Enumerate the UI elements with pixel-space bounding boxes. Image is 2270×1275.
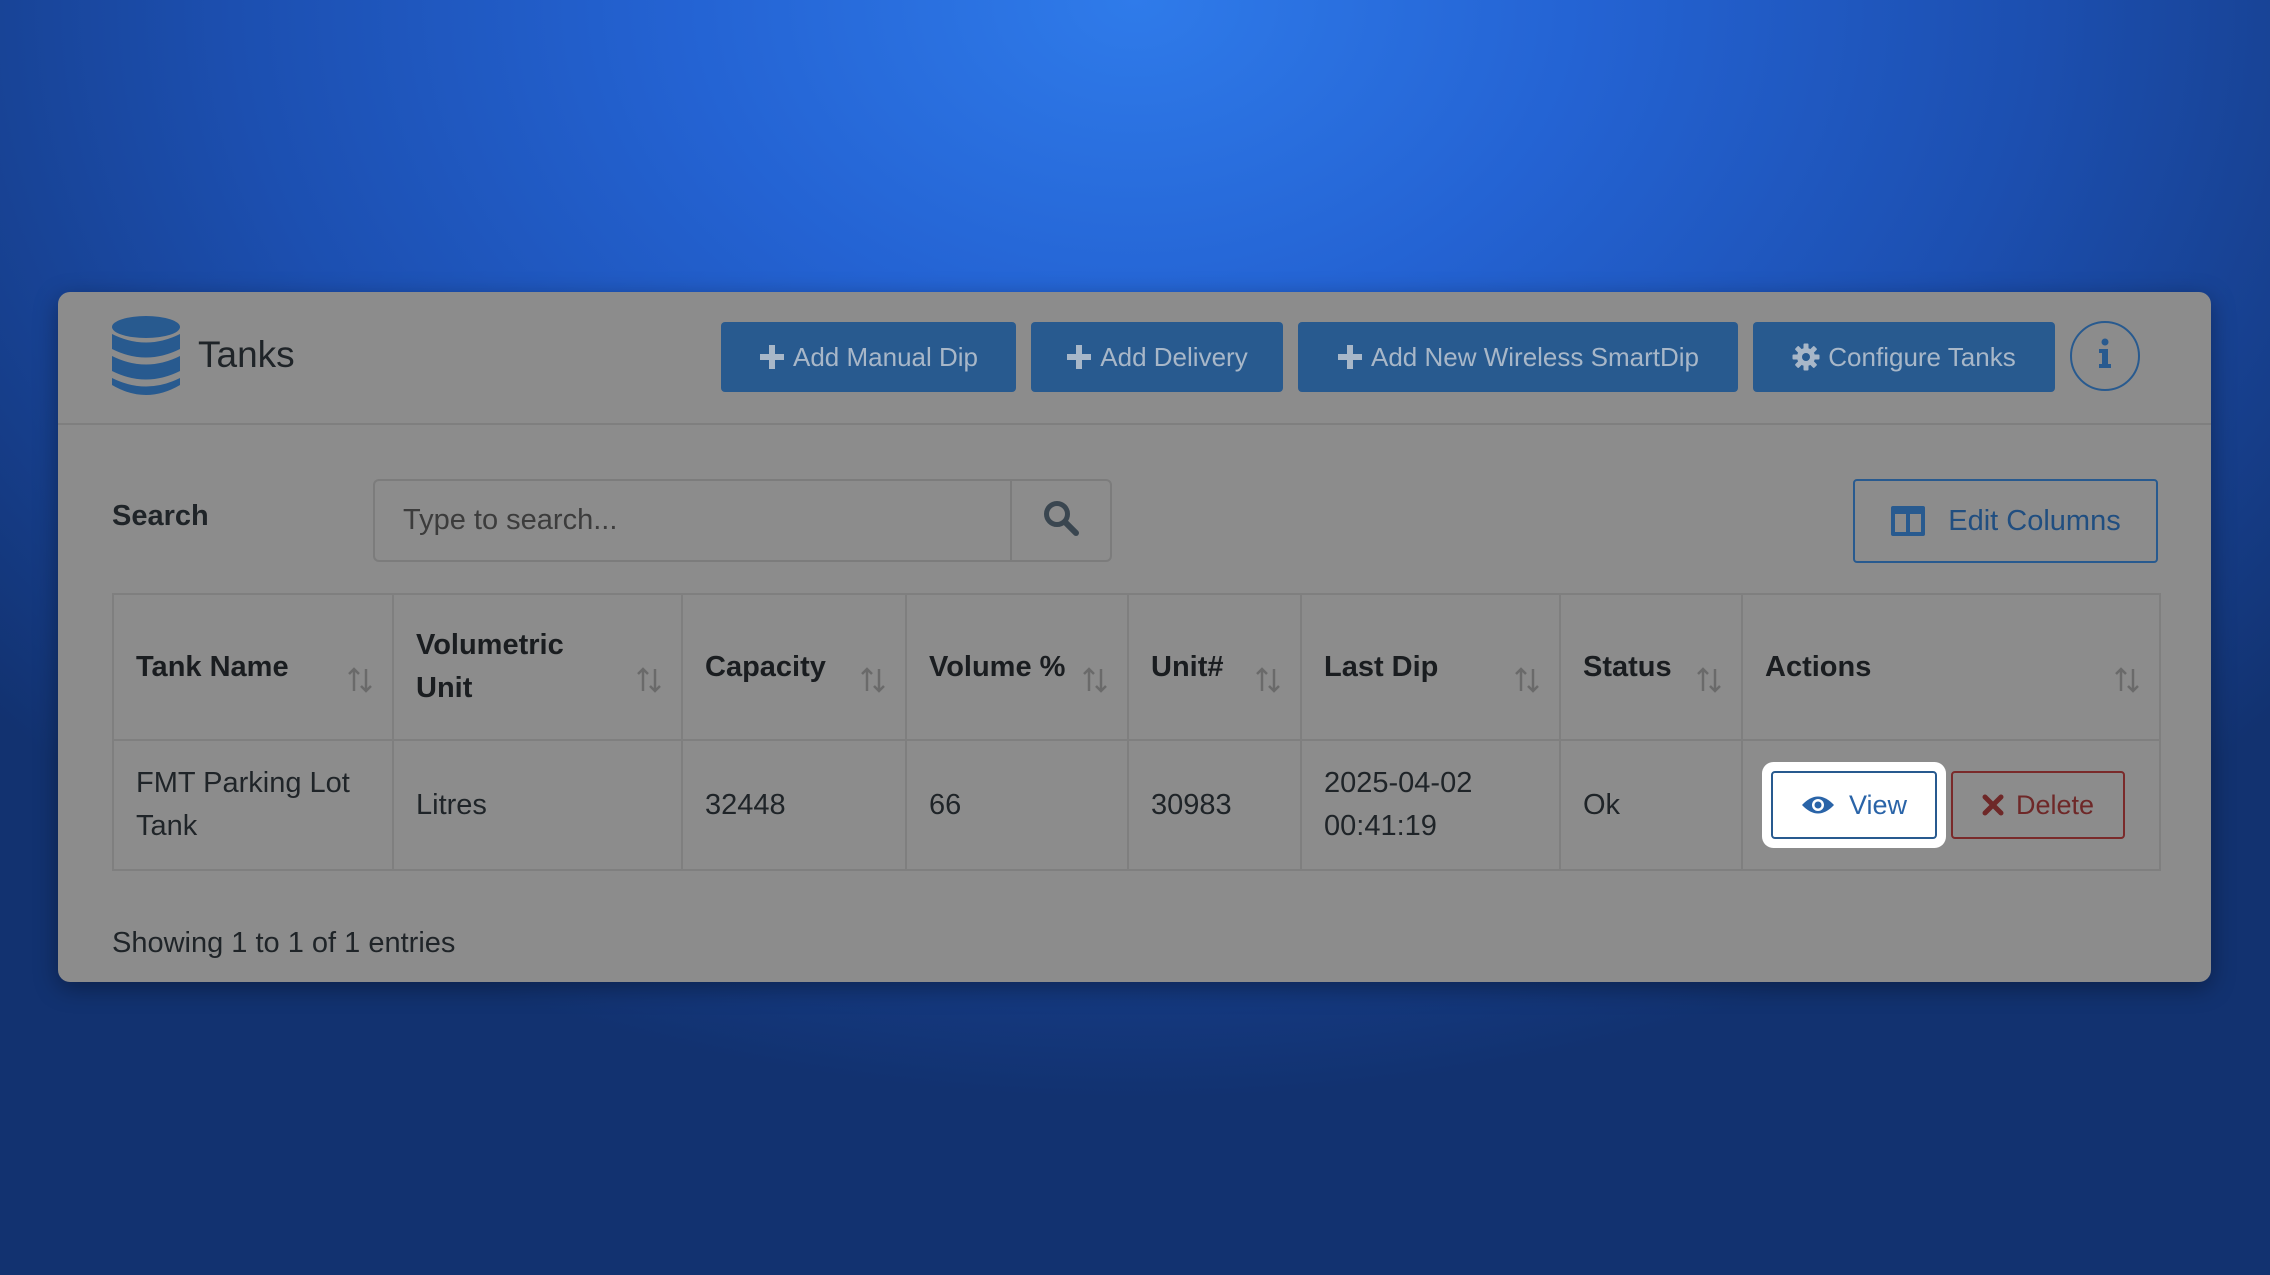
sort-icon (637, 667, 661, 693)
cell-volumetric-unit: Litres (392, 739, 683, 871)
add-delivery-label: Add Delivery (1100, 341, 1248, 372)
eye-icon (1801, 794, 1835, 816)
delete-label: Delete (2015, 789, 2095, 820)
delete-button[interactable]: Delete (1951, 771, 2125, 839)
table-row: FMT Parking Lot Tank Litres 32448 66 309… (112, 739, 2161, 871)
view-button[interactable]: View (1771, 771, 1937, 839)
column-header-tank-name[interactable]: Tank Name (112, 593, 394, 741)
column-header-volumetric-unit[interactable]: Volumetric Unit (392, 593, 683, 741)
sort-icon (1515, 667, 1539, 693)
add-smartdip-label: Add New Wireless SmartDip (1371, 341, 1699, 372)
add-manual-dip-button[interactable]: Add Manual Dip (721, 322, 1016, 392)
cell-status: Ok (1559, 739, 1743, 871)
gear-icon (1792, 343, 1820, 371)
sort-icon (2115, 667, 2139, 693)
search-label: Search (112, 500, 209, 532)
card-header: Tanks Add Manual Dip Add Delivery Add Ne… (58, 292, 2211, 425)
cell-tank-name: FMT Parking Lot Tank (112, 739, 394, 871)
sort-icon (1256, 667, 1280, 693)
database-icon (110, 315, 182, 397)
last-dip-date: 2025-04-02 (1324, 767, 1473, 799)
sort-icon (861, 667, 885, 693)
search-icon (1043, 500, 1079, 541)
configure-tanks-button[interactable]: Configure Tanks (1753, 322, 2055, 392)
sort-icon (1083, 667, 1107, 693)
info-button[interactable] (2070, 321, 2140, 391)
tanks-card: Tanks Add Manual Dip Add Delivery Add Ne… (58, 292, 2211, 982)
column-header-status[interactable]: Status (1559, 593, 1743, 741)
search-button[interactable] (1010, 479, 1112, 562)
last-dip-time: 00:41:19 (1324, 810, 1437, 842)
view-label: View (1848, 789, 1908, 820)
column-header-volume-pct[interactable]: Volume % (905, 593, 1129, 741)
configure-tanks-label: Configure Tanks (1828, 341, 2016, 372)
cell-last-dip: 2025-04-02 00:41:19 (1300, 739, 1561, 871)
add-smartdip-button[interactable]: Add New Wireless SmartDip (1298, 322, 1738, 392)
cell-unit-no: 30983 (1127, 739, 1302, 871)
column-header-last-dip[interactable]: Last Dip (1300, 593, 1561, 741)
table-entries-info: Showing 1 to 1 of 1 entries (112, 927, 456, 959)
edit-columns-button[interactable]: Edit Columns (1853, 479, 2158, 563)
edit-columns-label: Edit Columns (1948, 504, 2121, 537)
sort-icon (1697, 667, 1721, 693)
plus-icon (1066, 344, 1092, 370)
cell-volume-pct: 66 (905, 739, 1129, 871)
add-delivery-button[interactable]: Add Delivery (1031, 322, 1283, 392)
column-header-actions[interactable]: Actions (1741, 593, 2161, 741)
cell-actions: View Delete (1741, 739, 2161, 871)
page-title: Tanks (198, 334, 295, 375)
column-header-unit-no[interactable]: Unit# (1127, 593, 1302, 741)
search-input[interactable] (373, 479, 1010, 562)
sort-icon (348, 667, 372, 693)
info-icon (2098, 338, 2112, 375)
columns-icon (1890, 505, 1926, 537)
cell-capacity: 32448 (681, 739, 907, 871)
plus-icon (1337, 344, 1363, 370)
column-header-capacity[interactable]: Capacity (681, 593, 907, 741)
close-icon (1982, 794, 2004, 816)
plus-icon (759, 344, 785, 370)
tanks-table: Tank Name Volumetric Unit Capacity Volum… (112, 593, 2161, 871)
table-header-row: Tank Name Volumetric Unit Capacity Volum… (112, 593, 2161, 741)
add-manual-dip-label: Add Manual Dip (793, 341, 978, 372)
